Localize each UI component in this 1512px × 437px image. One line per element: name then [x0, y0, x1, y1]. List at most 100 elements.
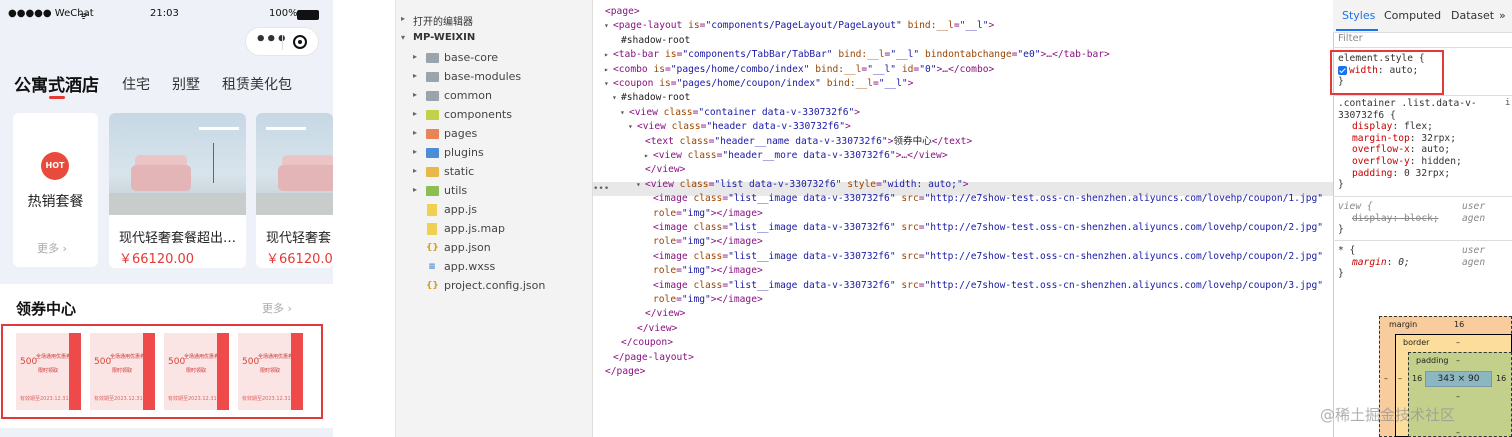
chevron-down-icon[interactable]: ▾: [604, 19, 609, 33]
dom-node-line[interactable]: <image class="list__image data-v-330732f…: [653, 279, 1323, 293]
rule-selector: element.style {: [1338, 53, 1425, 64]
plugins-folder-icon: [426, 148, 439, 158]
chevron-right-icon: ▸: [413, 71, 418, 80]
coupon-image[interactable]: 500 全场通用优惠券 限时领取 有效期至2023.12.31: [90, 333, 155, 410]
chevron-down-icon[interactable]: ▾: [620, 106, 625, 120]
dom-node-line[interactable]: </view>: [645, 163, 685, 177]
chevron-right-icon[interactable]: ▸: [644, 149, 649, 163]
chevron-down-icon[interactable]: ▾: [628, 120, 633, 134]
more-tabs-icon[interactable]: »: [1499, 9, 1506, 22]
dom-node-line[interactable]: role="img"></image>: [653, 264, 763, 278]
chevron-right-icon: ▸: [413, 147, 418, 156]
tree-file[interactable]: {} project.config.json: [396, 277, 593, 296]
open-editors-section[interactable]: ▸ 打开的编辑器: [396, 11, 593, 30]
tab-rental-package[interactable]: 租赁美化包: [222, 74, 292, 94]
status-bar: ●●●●● WeChat ᯤ 21:03 100%: [0, 0, 333, 28]
tree-file[interactable]: ≡ app.wxss: [396, 258, 593, 277]
pages-folder-icon: [426, 129, 439, 139]
miniprogram-capsule[interactable]: •••: [245, 27, 319, 56]
js-file-icon: [427, 223, 437, 235]
tree-folder[interactable]: ▸ base-core: [396, 49, 593, 68]
coupon-line: 限时领取: [260, 368, 281, 374]
dom-node-line[interactable]: </view>: [645, 307, 685, 321]
chevron-down-icon[interactable]: ▾: [636, 178, 641, 192]
tab-computed[interactable]: Computed: [1384, 9, 1441, 22]
tree-file[interactable]: {} app.json: [396, 239, 593, 258]
property-value[interactable]: auto;: [1389, 65, 1418, 76]
coupon-section-title: 领券中心: [16, 300, 77, 318]
dom-node-line[interactable]: ▾ #shadow-root: [612, 91, 690, 105]
room-card[interactable]: 现代轻奢套 ￥66120.0: [256, 113, 333, 268]
styles-filter-input[interactable]: Filter: [1338, 33, 1363, 44]
watermark: @稀土掘金技术社区: [1320, 406, 1456, 424]
coupon-line: 有效期至2023.12.31: [20, 396, 69, 402]
file-explorer: ▸ 打开的编辑器 ▾ MP-WEIXIN ▸ base-core ▸ base-…: [395, 0, 593, 437]
project-section[interactable]: ▾ MP-WEIXIN: [396, 30, 593, 49]
room-card[interactable]: 现代轻奢套餐超出… ￥66120.00: [109, 113, 246, 268]
coupon-amount: 500: [242, 357, 260, 367]
coupon-line: 全场通用优惠券: [110, 354, 145, 360]
property-name[interactable]: width: [1349, 65, 1378, 76]
close-miniprogram-icon[interactable]: [293, 35, 307, 49]
phone-preview: ●●●●● WeChat ᯤ 21:03 100% ••• 公寓式酒店 住宅 别…: [0, 0, 333, 437]
tab-dataset[interactable]: Dataset: [1451, 9, 1494, 22]
dom-node-line[interactable]: ▸ <view class="header__more data-v-330732…: [644, 149, 948, 163]
room-title: 现代轻奢套餐超出…: [119, 231, 237, 246]
dom-node-line[interactable]: <text class="header__name data-v-330732f…: [645, 135, 972, 149]
coupon-image[interactable]: 500 全场通用优惠券 限时领取 有效期至2023.12.31: [16, 333, 81, 410]
tree-file[interactable]: app.js: [396, 201, 593, 220]
chevron-down-icon: ▾: [401, 33, 406, 42]
coupon-image[interactable]: 500 全场通用优惠券 限时领取 有效期至2023.12.31: [164, 333, 229, 410]
hot-more-link[interactable]: 更多 ›: [37, 240, 67, 256]
dom-node-line[interactable]: </coupon>: [621, 336, 673, 350]
chevron-right-icon[interactable]: ▸: [604, 63, 609, 77]
tree-folder[interactable]: ▸ common: [396, 87, 593, 106]
json-file-icon: {}: [426, 243, 439, 253]
json-file-icon: {}: [426, 281, 439, 291]
dom-node-line[interactable]: ▸ <tab-bar is="components/TabBar/TabBar" …: [604, 48, 1110, 62]
rule-source-link[interactable]: i: [1505, 98, 1510, 108]
tree-folder[interactable]: ▸ static: [396, 163, 593, 182]
tree-folder[interactable]: ▸ plugins: [396, 144, 593, 163]
dom-node-line[interactable]: ▾ <view class="list data-v-330732f6" styl…: [636, 178, 969, 192]
dom-node-line[interactable]: role="img"></image>: [653, 293, 763, 307]
coupon-line: 限时领取: [112, 368, 133, 374]
dom-node-line[interactable]: </page>: [605, 365, 645, 379]
room-price: ￥66120.00: [119, 252, 195, 267]
tree-folder[interactable]: ▸ pages: [396, 125, 593, 144]
dom-node-line[interactable]: <page>: [605, 5, 640, 19]
box-model-content: 343 × 90: [1425, 371, 1492, 387]
tree-folder[interactable]: ▸ base-modules: [396, 68, 593, 87]
dom-node-line[interactable]: <image class="list__image data-v-330732f…: [653, 250, 1323, 264]
chevron-right-icon[interactable]: ▸: [604, 48, 609, 62]
dom-node-line[interactable]: ▸ <combo is="pages/home/combo/index" bind…: [604, 63, 994, 77]
tab-villa[interactable]: 别墅: [172, 74, 200, 94]
chevron-down-icon[interactable]: ▾: [612, 91, 617, 105]
dom-node-line[interactable]: ▾ <view class="container data-v-330732f6"…: [620, 106, 860, 120]
dom-node-line[interactable]: <image class="list__image data-v-330732f…: [653, 221, 1323, 235]
dom-node-line[interactable]: <image class="list__image data-v-330732f…: [653, 192, 1323, 206]
tab-residence[interactable]: 住宅: [122, 74, 150, 94]
coupon-line: 全场通用优惠券: [36, 354, 71, 360]
chevron-down-icon[interactable]: ▾: [604, 77, 609, 91]
tree-folder[interactable]: ▸ components: [396, 106, 593, 125]
room-image: [256, 113, 333, 215]
coupon-more-link[interactable]: 更多 ›: [262, 300, 292, 316]
node-actions-icon[interactable]: •••: [593, 184, 609, 194]
tree-file[interactable]: app.js.map: [396, 220, 593, 239]
dom-node-line[interactable]: </page-layout>: [613, 351, 694, 365]
tab-apartment-hotel[interactable]: 公寓式酒店: [14, 71, 99, 96]
coupon-line: 有效期至2023.12.31: [242, 396, 291, 402]
dom-node-line[interactable]: </view>: [637, 322, 677, 336]
coupon-image[interactable]: 500 全场通用优惠券 限时领取 有效期至2023.12.31: [238, 333, 303, 410]
dom-node-line[interactable]: role="img"></image>: [653, 235, 763, 249]
property-checkbox[interactable]: [1338, 65, 1347, 75]
coupon-amount: 500: [20, 357, 38, 367]
dom-node-line[interactable]: #shadow-root: [621, 34, 690, 48]
dom-node-line[interactable]: ▾ <view class="header data-v-330732f6">: [628, 120, 851, 134]
tree-folder[interactable]: ▸ utils: [396, 182, 593, 201]
dom-node-line[interactable]: role="img"></image>: [653, 207, 763, 221]
tab-styles[interactable]: Styles: [1342, 9, 1375, 22]
dom-node-line[interactable]: ▾ <page-layout is="components/PageLayout/…: [604, 19, 994, 33]
dom-node-line[interactable]: ▾ <coupon is="pages/home/coupon/index" bi…: [604, 77, 913, 91]
